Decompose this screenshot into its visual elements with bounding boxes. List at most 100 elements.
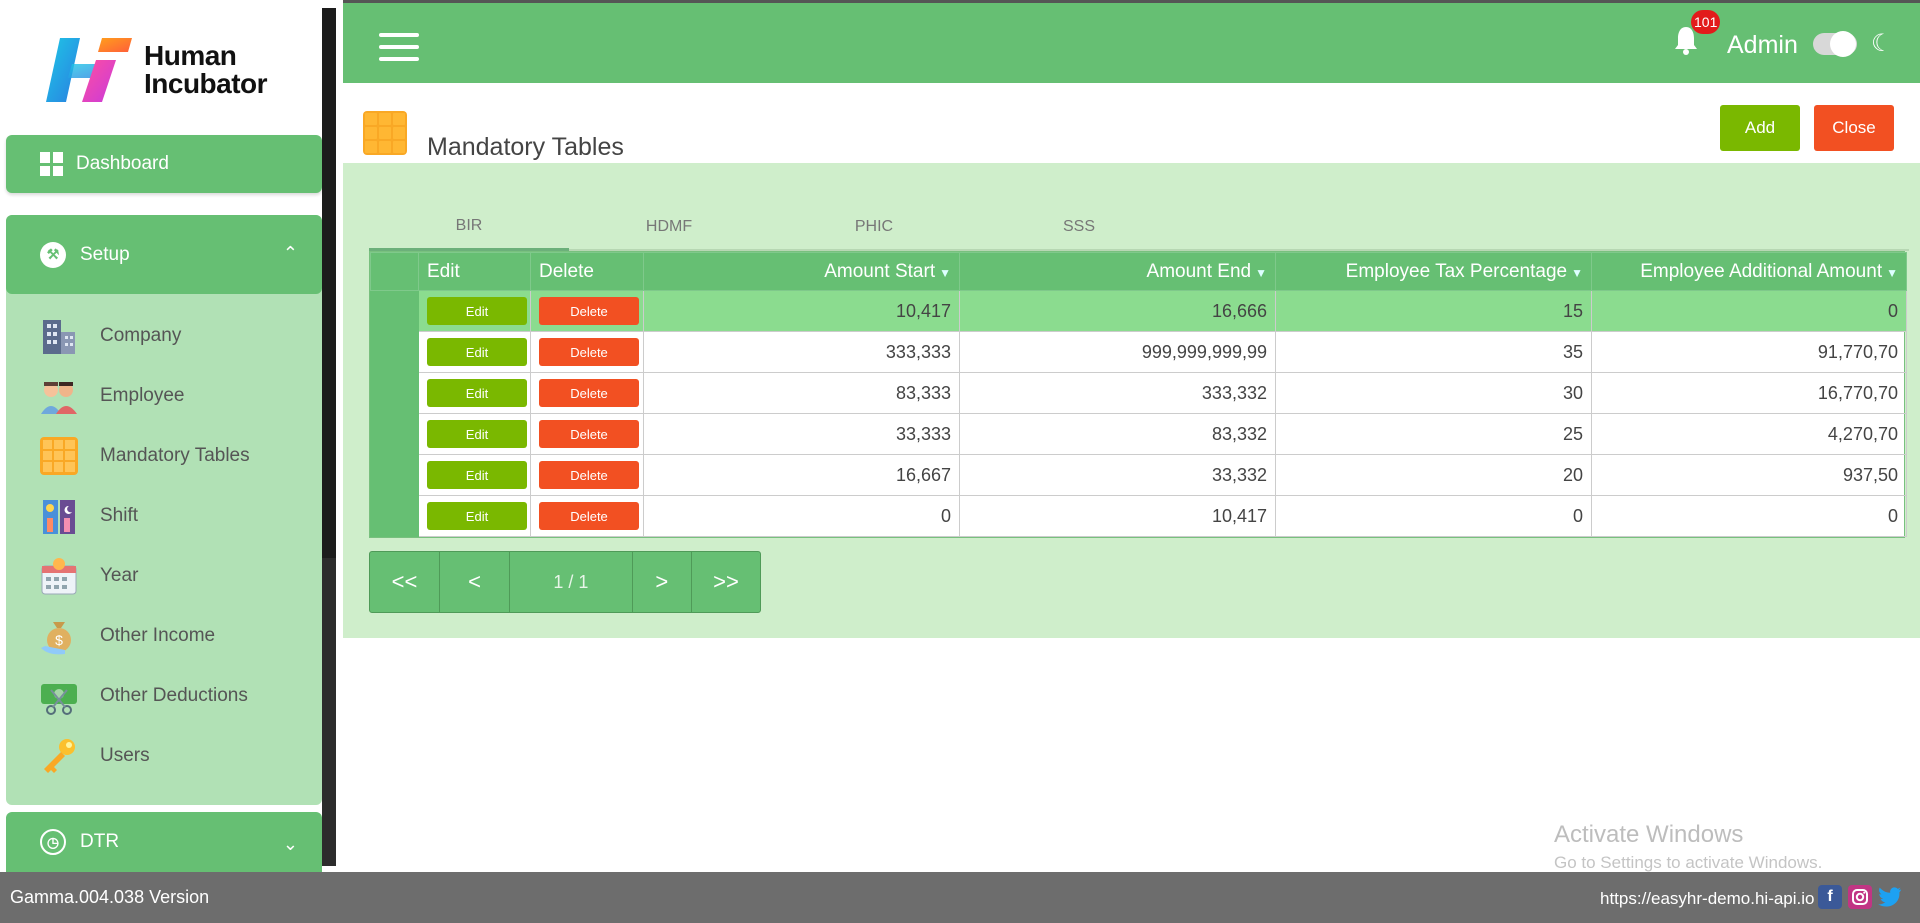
tax-percentage-cell: 0: [1275, 495, 1592, 537]
brand-line-1: Human: [144, 40, 237, 71]
sidebar-item-label: Setup: [80, 243, 130, 265]
row-selector[interactable]: [370, 454, 419, 496]
edit-cell: Edit: [418, 331, 531, 373]
theme-toggle[interactable]: [1813, 31, 1857, 57]
delete-cell: Delete: [530, 372, 644, 414]
col-header-edit: Edit: [418, 252, 531, 291]
row-selector[interactable]: [370, 495, 419, 537]
add-button[interactable]: Add: [1720, 105, 1800, 151]
site-url-link[interactable]: https://easyhr-demo.hi-api.io: [1600, 889, 1815, 909]
row-selector[interactable]: [370, 331, 419, 373]
delete-button[interactable]: Delete: [539, 461, 639, 489]
delete-button[interactable]: Delete: [539, 420, 639, 448]
sidebar-item-dashboard[interactable]: Dashboard: [6, 135, 322, 193]
table-row[interactable]: Edit Delete 83,333 333,332 30 16,770,70: [370, 372, 1907, 414]
tax-percentage-cell: 35: [1275, 331, 1592, 373]
delete-button[interactable]: Delete: [539, 502, 639, 530]
sidebar-item-label: DTR: [80, 831, 120, 852]
tab-sss[interactable]: SSS: [979, 203, 1179, 251]
sidebar-item-employee[interactable]: Employee: [38, 374, 185, 418]
additional-amount-cell: 0: [1591, 495, 1907, 537]
tab-phic[interactable]: PHIC: [774, 203, 974, 251]
last-page-button[interactable]: >>: [692, 552, 760, 612]
table-row[interactable]: Edit Delete 33,333 83,332 25 4,270,70: [370, 413, 1907, 455]
col-header-amount-end[interactable]: Amount End ▼: [959, 252, 1276, 291]
row-selector[interactable]: [370, 372, 419, 414]
pagination: << < 1 / 1 > >>: [369, 551, 761, 613]
table-row[interactable]: Edit Delete 0 10,417 0 0: [370, 495, 1907, 537]
user-name[interactable]: Admin: [1727, 31, 1798, 60]
col-header-delete: Delete: [530, 252, 644, 291]
col-header-amount-start[interactable]: Amount Start ▼: [643, 252, 960, 291]
col-header-additional-amount[interactable]: Employee Additional Amount ▼: [1591, 252, 1907, 291]
sidebar-item-setup[interactable]: ⚒ Setup ⌃: [6, 215, 322, 294]
edit-button[interactable]: Edit: [427, 420, 527, 448]
tab-hdmf[interactable]: HDMF: [569, 203, 769, 251]
sidebar-item-shift[interactable]: Shift: [38, 494, 138, 538]
sidebar-item-users[interactable]: Users: [38, 734, 150, 778]
notification-badge: 101: [1691, 10, 1721, 34]
delete-button[interactable]: Delete: [539, 379, 639, 407]
sidebar-item-company[interactable]: Company: [38, 314, 181, 358]
amount-end-cell: 33,332: [959, 454, 1276, 496]
amount-end-cell: 999,999,999,99: [959, 331, 1276, 373]
amount-end-cell: 10,417: [959, 495, 1276, 537]
sidebar-item-other-income[interactable]: $ Other Income: [38, 614, 215, 658]
row-selector-header[interactable]: [370, 252, 419, 291]
edit-button[interactable]: Edit: [427, 461, 527, 489]
edit-cell: Edit: [418, 454, 531, 496]
version-label: Gamma.004.038 Version: [10, 887, 210, 907]
filter-icon[interactable]: ▼: [1886, 266, 1898, 280]
activate-windows-title: Activate Windows: [1554, 821, 1744, 848]
amount-start-cell: 33,333: [643, 413, 960, 455]
filter-icon[interactable]: ▼: [939, 266, 951, 280]
sidebar-item-label: Users: [100, 745, 150, 766]
grid-icon: [38, 435, 80, 477]
sidebar-item-other-deductions[interactable]: Other Deductions: [38, 674, 248, 718]
facebook-icon[interactable]: f: [1818, 885, 1842, 909]
first-page-button[interactable]: <<: [370, 552, 441, 612]
sidebar-item-year[interactable]: Year: [38, 554, 138, 598]
table-row[interactable]: Edit Delete 333,333 999,999,999,99 35 91…: [370, 331, 1907, 373]
row-selector[interactable]: [370, 290, 419, 332]
sidebar-item-label: Employee: [100, 385, 185, 406]
next-page-button[interactable]: >: [633, 552, 692, 612]
page-title: Mandatory Tables: [427, 133, 624, 161]
brand-logo[interactable]: Human Incubator: [46, 38, 268, 102]
edit-button[interactable]: Edit: [427, 502, 527, 530]
edit-cell: Edit: [418, 495, 531, 537]
close-button[interactable]: Close: [1814, 105, 1894, 151]
edit-button[interactable]: Edit: [427, 379, 527, 407]
tax-percentage-cell: 15: [1275, 290, 1592, 332]
footer: Gamma.004.038 Version https://easyhr-dem…: [0, 872, 1920, 923]
sidebar-item-dtr[interactable]: ◷ DTR ⌄: [6, 812, 322, 872]
filter-icon[interactable]: ▼: [1571, 266, 1583, 280]
instagram-icon[interactable]: [1848, 885, 1872, 909]
sidebar-item-mandatory-tables[interactable]: Mandatory Tables: [38, 434, 250, 478]
tax-percentage-cell: 20: [1275, 454, 1592, 496]
col-header-tax-percentage[interactable]: Employee Tax Percentage ▼: [1275, 252, 1592, 291]
table-row[interactable]: Edit Delete 10,417 16,666 15 0: [370, 290, 1907, 332]
edit-cell: Edit: [418, 413, 531, 455]
prev-page-button[interactable]: <: [440, 552, 511, 612]
table-row[interactable]: Edit Delete 16,667 33,332 20 937,50: [370, 454, 1907, 496]
edit-button[interactable]: Edit: [427, 338, 527, 366]
edit-button[interactable]: Edit: [427, 297, 527, 325]
delete-cell: Delete: [530, 413, 644, 455]
menu-toggle-icon[interactable]: [379, 33, 419, 61]
tab-bir[interactable]: BIR: [369, 203, 569, 251]
filter-icon[interactable]: ▼: [1255, 266, 1267, 280]
top-bar: 101 Admin ☾: [343, 0, 1920, 83]
sidebar-item-label: Shift: [100, 505, 139, 526]
data-grid: Edit Delete Amount Start ▼ Amount End ▼ Em…: [369, 251, 1907, 538]
sidebar-scroll-thumb[interactable]: [322, 8, 336, 558]
sidebar-item-label: Other Deductions: [100, 685, 248, 706]
row-selector[interactable]: [370, 413, 419, 455]
svg-text:$: $: [55, 632, 63, 648]
twitter-icon[interactable]: [1878, 885, 1902, 909]
delete-button[interactable]: Delete: [539, 297, 639, 325]
delete-button[interactable]: Delete: [539, 338, 639, 366]
money-bag-icon: $: [38, 615, 80, 657]
bir-table: Edit Delete Amount Start ▼ Amount End ▼ Em…: [370, 252, 1907, 537]
additional-amount-cell: 0: [1591, 290, 1907, 332]
